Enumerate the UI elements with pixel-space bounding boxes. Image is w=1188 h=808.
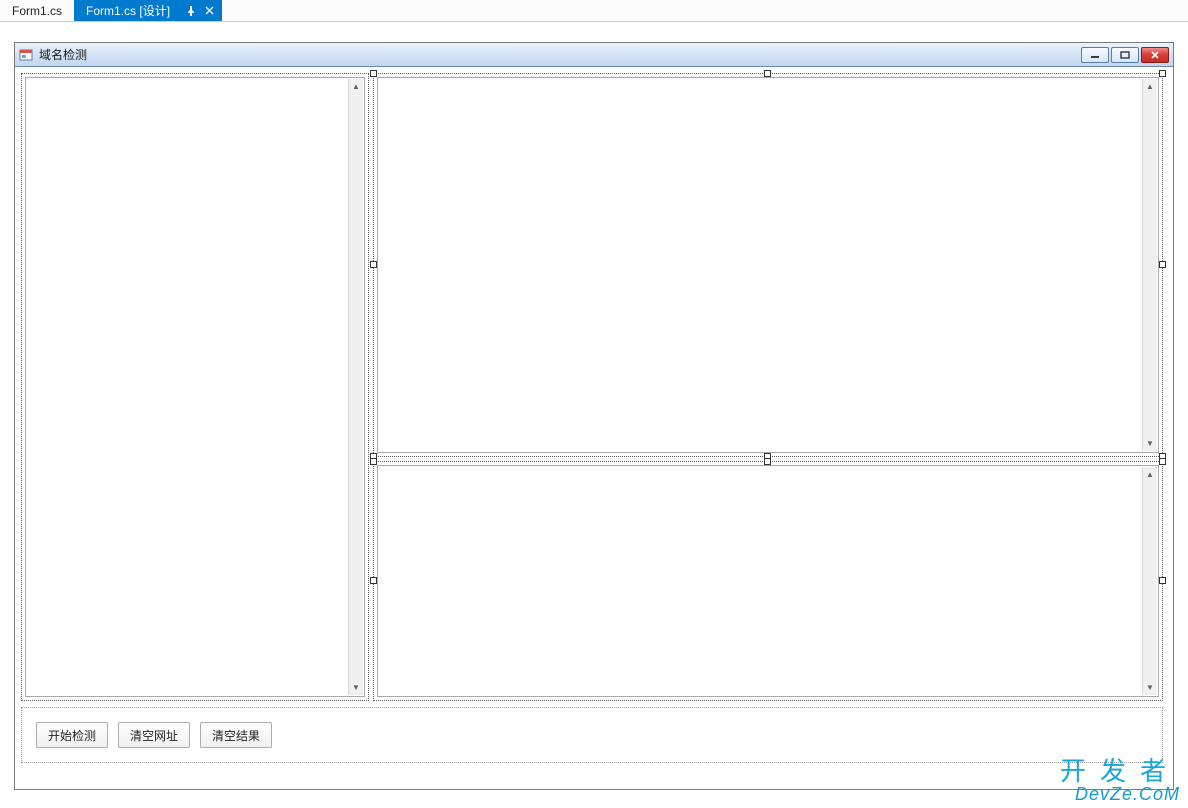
- scroll-down-icon[interactable]: ▼: [349, 680, 363, 695]
- tab-label: Form1.cs: [12, 4, 62, 18]
- resize-handle[interactable]: [764, 458, 771, 465]
- scroll-up-icon[interactable]: ▲: [1143, 467, 1157, 482]
- form-client-area: ▲ ▼ ▲ ▼: [15, 67, 1173, 789]
- right-top-textbox[interactable]: ▲ ▼: [377, 77, 1159, 453]
- form-title: 域名检测: [39, 46, 1081, 63]
- button-panel[interactable]: 开始检测 清空网址 清空结果: [21, 707, 1163, 763]
- left-textbox-selection[interactable]: ▲ ▼: [21, 73, 369, 701]
- resize-handle[interactable]: [1159, 458, 1166, 465]
- resize-handle[interactable]: [1159, 261, 1166, 268]
- resize-handle[interactable]: [370, 577, 377, 584]
- right-top-textbox-selection[interactable]: ▲ ▼: [373, 73, 1163, 457]
- resize-handle[interactable]: [764, 70, 771, 77]
- document-tab-bar: Form1.cs Form1.cs [设计]: [0, 0, 1188, 22]
- clear-urls-button[interactable]: 清空网址: [118, 722, 190, 748]
- form-designer-surface[interactable]: 域名检测 ▲ ▼: [14, 42, 1174, 790]
- minimize-button[interactable]: [1081, 47, 1109, 63]
- resize-handle[interactable]: [370, 458, 377, 465]
- close-button[interactable]: [1141, 47, 1169, 63]
- resize-handle[interactable]: [1159, 70, 1166, 77]
- scroll-down-icon[interactable]: ▼: [1143, 436, 1157, 451]
- form-icon: [19, 48, 33, 62]
- scrollbar-vertical[interactable]: ▲ ▼: [1142, 467, 1157, 695]
- tab-label: Form1.cs [设计]: [86, 2, 170, 19]
- right-bottom-textbox[interactable]: ▲ ▼: [377, 465, 1159, 697]
- scroll-down-icon[interactable]: ▼: [1143, 680, 1157, 695]
- scroll-up-icon[interactable]: ▲: [349, 79, 363, 94]
- scroll-up-icon[interactable]: ▲: [1143, 79, 1157, 94]
- window-controls: [1081, 47, 1169, 63]
- close-icon[interactable]: [202, 4, 216, 18]
- pin-icon[interactable]: [184, 4, 198, 18]
- button-label: 清空结果: [212, 727, 260, 744]
- maximize-button[interactable]: [1111, 47, 1139, 63]
- scrollbar-vertical[interactable]: ▲ ▼: [1142, 79, 1157, 451]
- tab-form1-code[interactable]: Form1.cs: [0, 0, 74, 21]
- resize-handle[interactable]: [370, 70, 377, 77]
- form-titlebar: 域名检测: [15, 43, 1173, 67]
- start-detect-button[interactable]: 开始检测: [36, 722, 108, 748]
- right-bottom-textbox-selection[interactable]: ▲ ▼: [373, 461, 1163, 701]
- scrollbar-vertical[interactable]: ▲ ▼: [348, 79, 363, 695]
- left-textbox[interactable]: ▲ ▼: [25, 77, 365, 697]
- clear-results-button[interactable]: 清空结果: [200, 722, 272, 748]
- tab-form1-design[interactable]: Form1.cs [设计]: [74, 0, 222, 21]
- button-label: 清空网址: [130, 727, 178, 744]
- resize-handle[interactable]: [1159, 577, 1166, 584]
- button-label: 开始检测: [48, 727, 96, 744]
- resize-handle[interactable]: [370, 261, 377, 268]
